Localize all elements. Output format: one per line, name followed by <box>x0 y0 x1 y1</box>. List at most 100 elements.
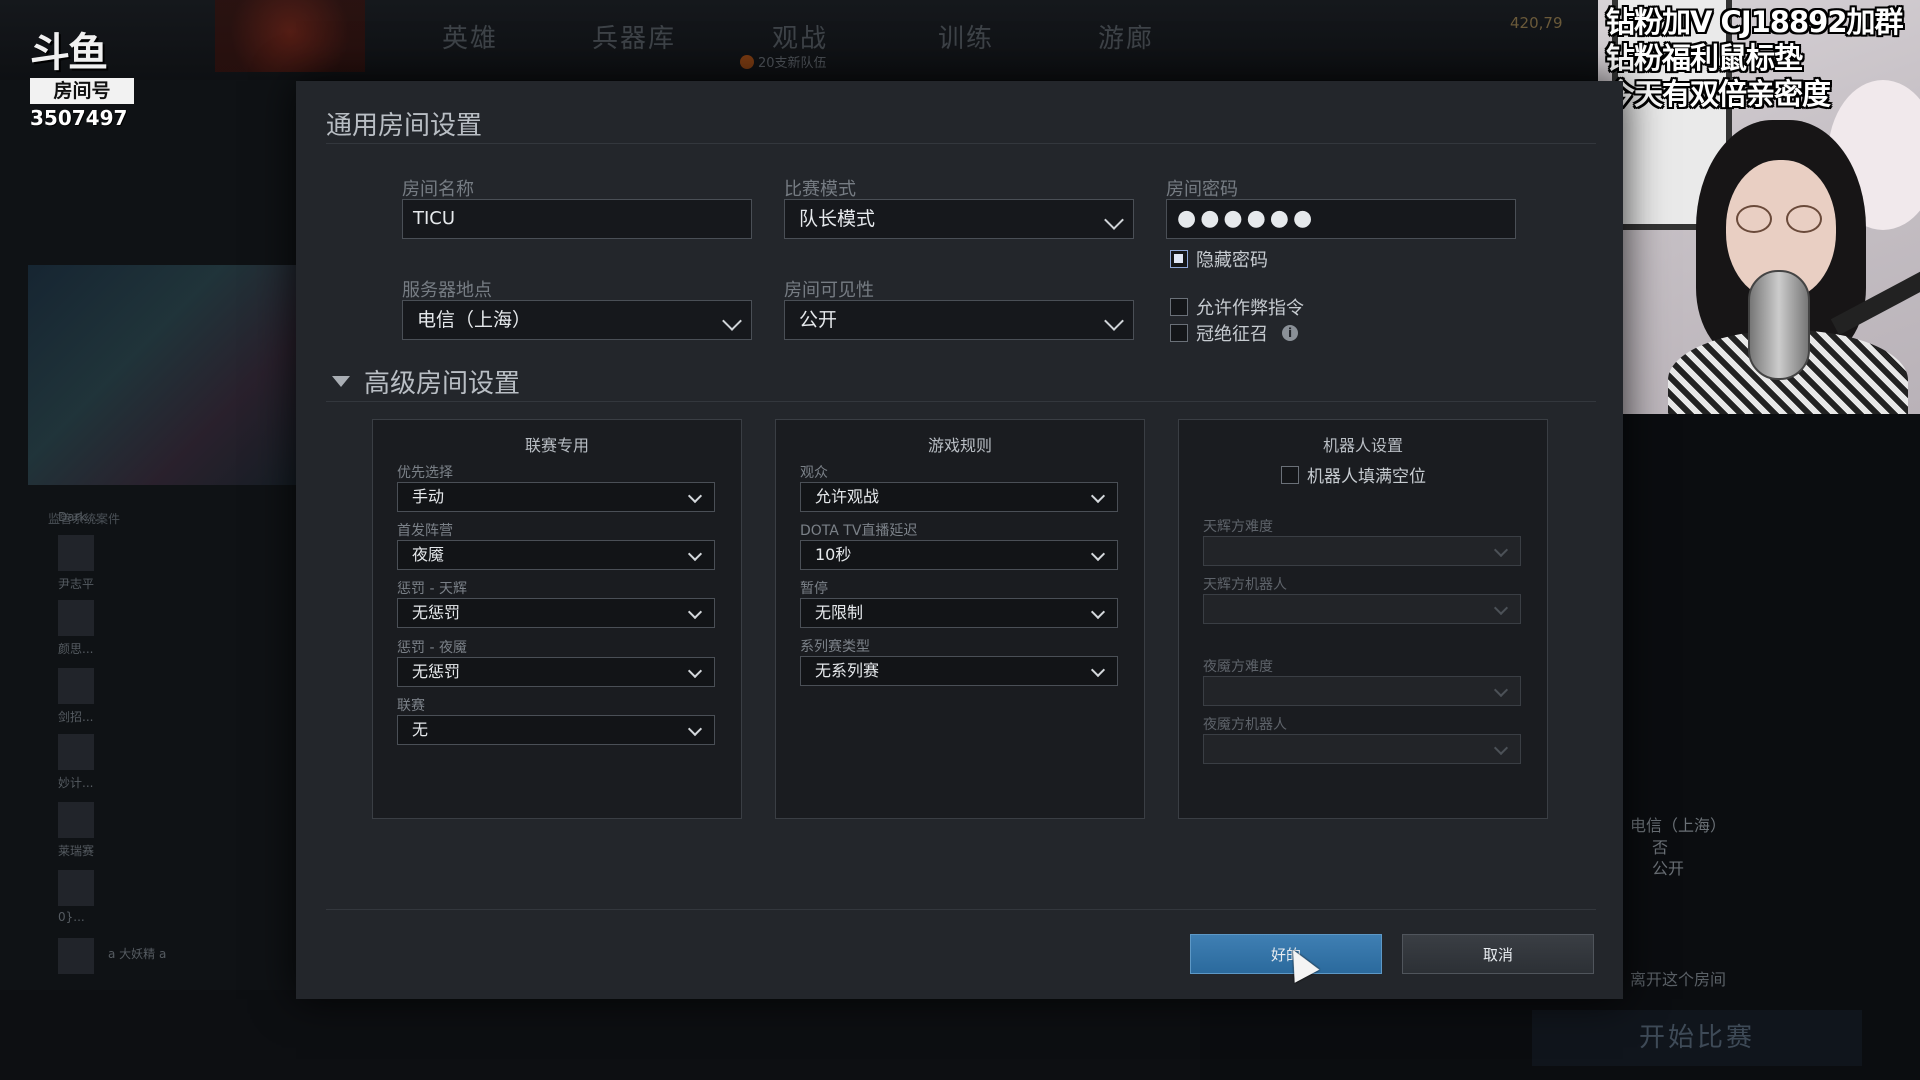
nav-learn[interactable]: 训练 <box>938 18 994 55</box>
lobby-artwork <box>28 265 298 485</box>
advanced-settings-title: 高级房间设置 <box>364 369 521 399</box>
dotatv-delay-select[interactable]: 10秒 <box>800 540 1118 570</box>
chevron-down-icon <box>1090 546 1106 562</box>
currency-display: 420,79 <box>1510 14 1563 32</box>
room-name-label: 房间名称 <box>402 179 474 200</box>
radiant-bots-select[interactable] <box>1203 594 1521 624</box>
select-value: 允许观战 <box>815 487 880 506</box>
chevron-down-icon <box>1104 210 1124 230</box>
overcharge-checkbox[interactable] <box>1170 324 1188 342</box>
password-input[interactable]: ●●●●●● <box>1166 199 1516 239</box>
series-type-select[interactable]: 无系列赛 <box>800 656 1118 686</box>
select-value: 手动 <box>412 487 445 506</box>
hide-password-option[interactable]: 隐藏密码 <box>1170 246 1268 272</box>
bottom-bar <box>0 990 1200 1080</box>
advanced-settings-toggle[interactable]: 高级房间设置 <box>332 363 520 400</box>
dire-difficulty-label: 夜魇方难度 <box>1203 659 1273 675</box>
penalty-radiant-select[interactable]: 无惩罚 <box>397 598 715 628</box>
leave-room-link[interactable]: 离开这个房间 <box>1630 966 1726 990</box>
hide-password-checkbox[interactable] <box>1170 250 1188 268</box>
nav-armory[interactable]: 兵器库 <box>592 18 676 55</box>
panel-title: 联赛专用 <box>524 436 589 455</box>
league-label: 联赛 <box>397 698 425 714</box>
radiant-bots-label: 天辉方机器人 <box>1203 577 1287 593</box>
lobby-left-panel: 监管系统案件 Dark... 尹志平 颜思... 剑招... 妙计... 莱瑞赛… <box>0 80 300 1080</box>
pause-select[interactable]: 无限制 <box>800 598 1118 628</box>
fill-bots-label: 机器人填满空位 <box>1307 467 1426 487</box>
dotatv-delay-label: DOTA TV直播延迟 <box>800 523 918 539</box>
select-value: 无限制 <box>815 603 864 622</box>
chevron-down-icon <box>1493 740 1509 756</box>
select-value: 无 <box>412 720 429 739</box>
game-rules-panel: 游戏规则 观众 允许观战 DOTA TV直播延迟 10秒 暂停 无限制 系列赛类… <box>775 419 1145 819</box>
chevron-down-icon <box>687 721 703 737</box>
player-avatar <box>58 938 94 974</box>
bg-list-name: 莱瑞赛 <box>58 844 95 858</box>
penalty-dire-select[interactable]: 无惩罚 <box>397 657 715 687</box>
player-avatar <box>58 600 94 636</box>
fill-bots-checkbox[interactable] <box>1281 465 1299 484</box>
select-value: 10秒 <box>815 545 852 564</box>
player-avatar <box>58 734 94 770</box>
dire-difficulty-select[interactable] <box>1203 676 1521 706</box>
team-badge-icon <box>740 55 754 69</box>
server-label: 服务器地点 <box>402 280 492 301</box>
penalty-radiant-label: 惩罚 - 天辉 <box>397 581 467 597</box>
pick-priority-label: 优先选择 <box>397 465 453 481</box>
panel-title: 机器人设置 <box>1322 436 1403 455</box>
chevron-down-icon <box>1493 600 1509 616</box>
nav-arcade[interactable]: 游廊 <box>1098 18 1154 55</box>
lobby-settings-dialog: 通用房间设置 房间名称 TICU 比赛模式 队长模式 房间密码 ●●●●●● 隐… <box>296 81 1623 999</box>
radiant-difficulty-label: 天辉方难度 <box>1203 519 1273 535</box>
collapse-triangle-icon <box>332 376 350 387</box>
bg-list-name: Dark... <box>58 510 98 524</box>
bg-list-name: 妙计... <box>58 776 94 790</box>
cancel-button[interactable]: 取消 <box>1402 934 1594 974</box>
bg-list-name: 0}... <box>58 910 85 924</box>
dire-bots-select[interactable] <box>1203 734 1521 764</box>
league-select[interactable]: 无 <box>397 715 715 745</box>
bg-list-name: 尹志平 <box>58 577 95 591</box>
select-value: 无系列赛 <box>815 661 880 680</box>
nav-sub-badge: 20支新队伍 <box>740 52 827 71</box>
chevron-down-icon <box>687 546 703 562</box>
chevron-down-icon <box>687 663 703 679</box>
bg-list-name: 剑招... <box>58 710 94 724</box>
info-icon[interactable]: i <box>1282 325 1298 341</box>
server-select[interactable]: 电信（上海） <box>402 300 752 340</box>
overcharge-label: 冠绝征召 <box>1196 324 1268 345</box>
microphone-icon <box>1748 270 1810 380</box>
dire-bots-label: 夜魇方机器人 <box>1203 717 1287 733</box>
chevron-down-icon <box>1493 542 1509 558</box>
radiant-difficulty-select[interactable] <box>1203 536 1521 566</box>
webcam-glasses <box>1736 205 1826 235</box>
visibility-select[interactable]: 公开 <box>784 300 1134 340</box>
game-mode-select[interactable]: 队长模式 <box>784 199 1134 239</box>
pick-priority-select[interactable]: 手动 <box>397 482 715 512</box>
overcharge-option[interactable]: 冠绝征召 i <box>1170 320 1298 346</box>
chevron-down-icon <box>722 311 742 331</box>
server-value: 电信（上海） <box>417 309 532 331</box>
starting-team-label: 首发阵营 <box>397 523 453 539</box>
allow-cheats-checkbox[interactable] <box>1170 298 1188 316</box>
starting-team-select[interactable]: 夜魇 <box>397 540 715 570</box>
spectators-select[interactable]: 允许观战 <box>800 482 1118 512</box>
divider <box>326 143 1596 144</box>
visibility-value: 公开 <box>799 309 838 331</box>
fill-bots-option[interactable]: 机器人填满空位 <box>1281 462 1426 487</box>
visibility-label: 房间可见性 <box>784 280 874 301</box>
nav-heroes[interactable]: 英雄 <box>442 18 498 55</box>
nav-watch[interactable]: 观战 <box>772 18 828 55</box>
game-top-nav: 英雄 兵器库 观战 训练 游廊 20支新队伍 420,79 <box>0 0 1600 80</box>
player-avatar <box>58 870 94 906</box>
chevron-down-icon <box>1104 311 1124 331</box>
series-type-label: 系列赛类型 <box>800 639 870 655</box>
hide-password-label: 隐藏密码 <box>1196 250 1268 271</box>
douyu-logo: 斗鱼 房间号 3507497 <box>30 30 140 130</box>
allow-cheats-option[interactable]: 允许作弊指令 <box>1170 294 1304 320</box>
start-match-button[interactable]: 开始比赛 <box>1532 1010 1862 1066</box>
room-name-input[interactable]: TICU <box>402 199 752 239</box>
spectators-label: 观众 <box>800 465 828 481</box>
league-panel: 联赛专用 优先选择 手动 首发阵营 夜魇 惩罚 - 天辉 无惩罚 惩罚 - 夜魇… <box>372 419 742 819</box>
summary-visibility: 公开 <box>1652 859 1685 878</box>
